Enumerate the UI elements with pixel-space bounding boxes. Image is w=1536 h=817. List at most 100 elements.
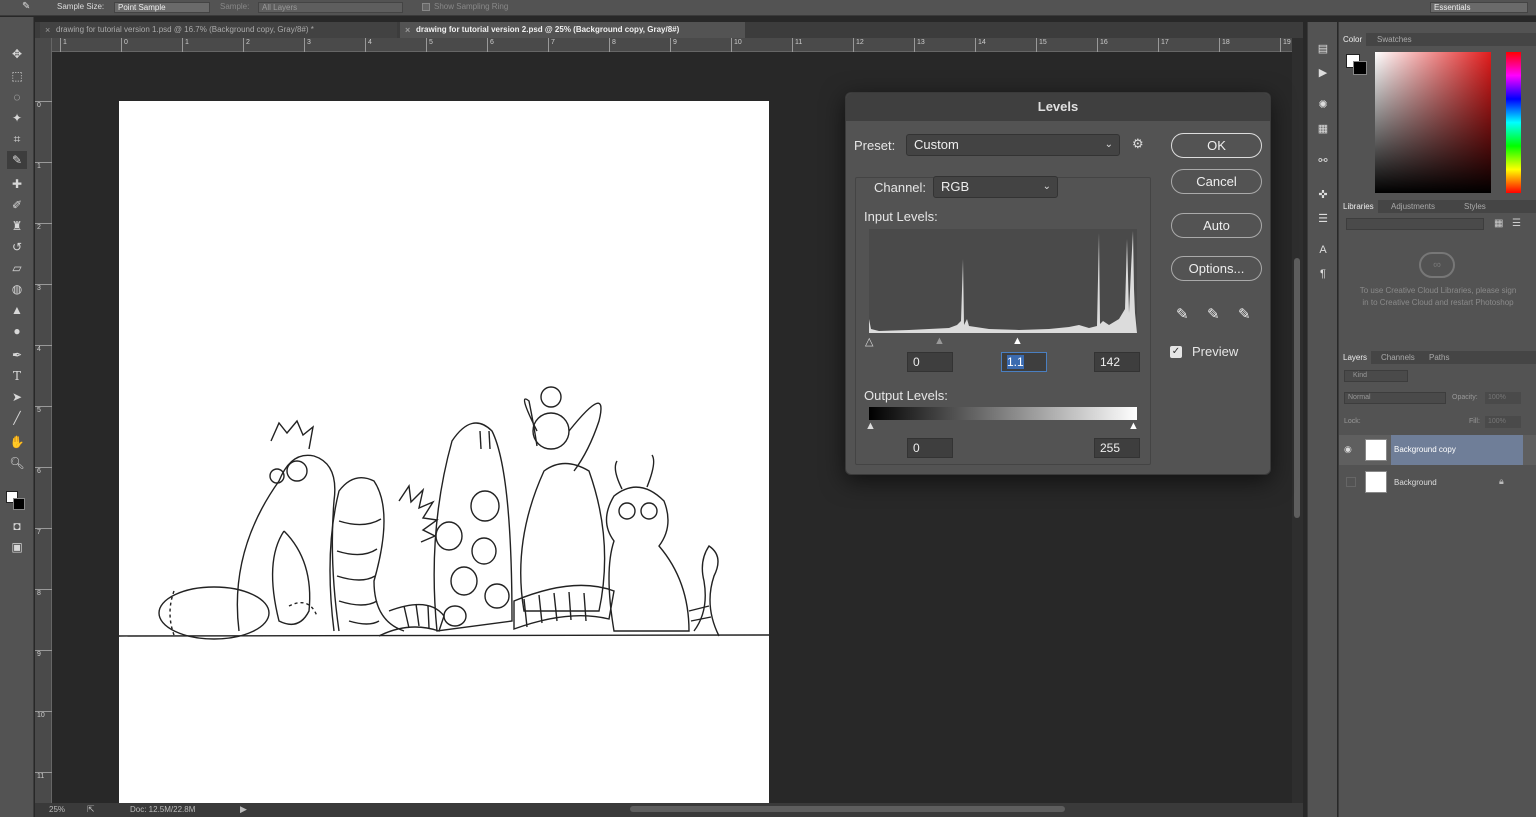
input-white-slider[interactable]: ▲ [1012, 335, 1023, 347]
output-black-field[interactable]: 0 [907, 438, 953, 458]
hand-tool-icon[interactable]: ✋ [7, 433, 27, 451]
fill-input[interactable]: 100% [1485, 416, 1521, 428]
tab-document-2[interactable]: × drawing for tutorial version 2.psd @ 2… [400, 22, 745, 38]
gear-icon[interactable]: ⚙ [1132, 136, 1144, 152]
preview-checkbox[interactable]: ✓ [1170, 346, 1182, 358]
zoom-level[interactable]: 25% [49, 805, 65, 814]
eraser-tool-icon[interactable]: ▱ [7, 259, 27, 277]
eye-icon[interactable]: ◉ [1344, 444, 1352, 455]
line-tool-icon[interactable]: ╱ [7, 409, 27, 427]
input-gamma-field[interactable]: 1.1 [1001, 352, 1047, 372]
blend-mode-select[interactable]: Normal [1344, 392, 1446, 404]
paint-bucket-tool-icon[interactable]: ◍ [7, 280, 27, 298]
channel-select[interactable]: RGB ⌄ [933, 176, 1058, 198]
preset-value: Custom [914, 137, 959, 152]
lasso-tool-icon[interactable]: ◌ [7, 88, 27, 106]
path-selection-tool-icon[interactable]: ➤ [7, 388, 27, 406]
layer-row[interactable]: Background 🔒︎ [1339, 467, 1536, 497]
layer-filter-select[interactable]: Kind [1344, 370, 1408, 382]
screen-mode-icon[interactable]: ▣ [7, 538, 27, 556]
layer-row[interactable]: ◉ Background copy [1339, 435, 1536, 465]
input-gamma-slider[interactable]: ▲ [934, 335, 945, 347]
tab-swatches[interactable]: Swatches [1373, 33, 1416, 46]
tool-presets-icon[interactable]: ✜ [1314, 188, 1332, 204]
input-black-slider[interactable]: △ [865, 335, 873, 348]
horizontal-scroll-thumb[interactable] [630, 806, 1065, 812]
panel-dock-strip: ▤ ▶ ✺ ▦ ⚯ ✜ ☰ A ¶ [1307, 22, 1337, 817]
grid-view-icon[interactable]: ▦ [1494, 218, 1503, 229]
eyedropper-tool-icon[interactable]: ✎ [7, 151, 27, 169]
actions-panel-icon[interactable]: ▶ [1314, 66, 1332, 82]
ok-button[interactable]: OK [1171, 133, 1262, 158]
input-levels-label: Input Levels: [864, 209, 938, 224]
tab-adjustments[interactable]: Adjustments [1387, 200, 1439, 213]
history-panel-icon[interactable]: ▤ [1314, 42, 1332, 58]
tab-document-1[interactable]: × drawing for tutorial version 1.psd @ 1… [40, 22, 397, 38]
paragraph-panel-icon[interactable]: ¶ [1314, 268, 1332, 284]
opacity-input[interactable]: 100% [1485, 392, 1521, 404]
vertical-scrollbar[interactable] [1292, 38, 1303, 803]
tab-styles[interactable]: Styles [1460, 200, 1490, 213]
list-view-icon[interactable]: ☰ [1512, 218, 1521, 229]
character-panel-icon[interactable]: A [1314, 244, 1332, 260]
sample-select[interactable]: All Layers [258, 2, 403, 13]
auto-button[interactable]: Auto [1171, 213, 1262, 238]
status-menu-arrow-icon[interactable]: ▶ [240, 804, 247, 815]
layer-name[interactable]: Background [1394, 478, 1437, 487]
input-black-field[interactable]: 0 [907, 352, 953, 372]
black-point-eyedropper-icon[interactable]: ✎ [1176, 305, 1196, 325]
type-tool-icon[interactable]: T [7, 367, 27, 385]
magic-wand-tool-icon[interactable]: ✦ [7, 109, 27, 127]
libraries-panel-tabs: Libraries Adjustments Styles [1339, 200, 1536, 213]
show-sampling-ring-checkbox[interactable] [422, 3, 430, 11]
cancel-button[interactable]: Cancel [1171, 169, 1262, 194]
healing-brush-tool-icon[interactable]: ✚ [7, 175, 27, 193]
visibility-toggle[interactable] [1346, 477, 1356, 487]
output-black-slider[interactable]: ▲ [865, 420, 876, 432]
quick-mask-icon[interactable]: ◘ [7, 517, 27, 535]
output-white-field[interactable]: 255 [1094, 438, 1140, 458]
close-icon[interactable]: × [45, 22, 50, 38]
document-canvas[interactable] [118, 101, 770, 803]
color-background-swatch[interactable] [1353, 61, 1367, 75]
preset-select[interactable]: Custom ⌄ [906, 134, 1120, 156]
pen-tool-icon[interactable]: ✒ [7, 346, 27, 364]
brush-settings-icon[interactable]: ✺ [1314, 98, 1332, 114]
color-picker-field[interactable] [1375, 52, 1491, 193]
white-point-eyedropper-icon[interactable]: ✎ [1238, 305, 1258, 325]
clone-stamp-tool-icon[interactable]: ♜ [7, 217, 27, 235]
ruler-tick: 13 [914, 38, 925, 52]
properties-icon[interactable]: ☰ [1314, 212, 1332, 228]
input-white-field[interactable]: 142 [1094, 352, 1140, 372]
clone-source-icon[interactable]: ⚯ [1314, 154, 1332, 170]
gray-point-eyedropper-icon[interactable]: ✎ [1207, 305, 1227, 325]
library-select[interactable] [1346, 218, 1484, 230]
dodge-tool-icon[interactable]: ● [7, 322, 27, 340]
workspace-select[interactable]: Essentials [1430, 2, 1528, 13]
layer-name[interactable]: Background copy [1391, 435, 1523, 465]
ruler-tick: 5 [426, 38, 433, 52]
background-color-swatch[interactable] [13, 498, 25, 510]
crop-tool-icon[interactable]: ⌗ [7, 130, 27, 148]
eyedropper-tool-icon[interactable]: ✎ [22, 1, 30, 12]
brush-tool-icon[interactable]: ✐ [7, 196, 27, 214]
vertical-scroll-thumb[interactable] [1294, 258, 1300, 518]
blur-tool-icon[interactable]: ▲ [7, 301, 27, 319]
zoom-tool-icon[interactable]: 🔍︎ [7, 454, 27, 472]
options-button[interactable]: Options... [1171, 256, 1262, 281]
tab-layers[interactable]: Layers [1339, 351, 1372, 364]
output-white-slider[interactable]: ▲ [1128, 420, 1139, 432]
tab-libraries[interactable]: Libraries [1339, 200, 1378, 213]
tab-channels[interactable]: Channels [1377, 351, 1419, 364]
tab-paths[interactable]: Paths [1425, 351, 1453, 364]
tab-color[interactable]: Color [1339, 33, 1367, 46]
history-brush-tool-icon[interactable]: ↺ [7, 238, 27, 256]
close-icon[interactable]: × [405, 22, 410, 38]
export-icon[interactable]: ⇱ [87, 804, 95, 815]
brush-presets-icon[interactable]: ▦ [1314, 122, 1332, 138]
sample-size-select[interactable]: Point Sample [114, 2, 210, 13]
move-tool-icon[interactable]: ✥ [7, 45, 27, 63]
ruler-tick: 8 [35, 589, 52, 597]
marquee-tool-icon[interactable]: ⬚ [7, 67, 27, 85]
hue-slider[interactable] [1506, 52, 1521, 193]
